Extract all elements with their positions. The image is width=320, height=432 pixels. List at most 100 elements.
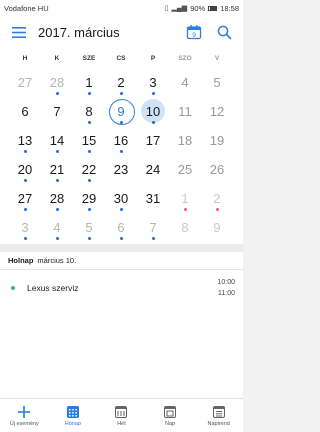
weekday-label: V [214,54,220,62]
month-grid-icon [66,405,79,419]
status-icons: ▯ ▂▄▆ 90% 18:58 [165,4,239,13]
event-indicator-dot [23,237,27,240]
day-number: 13 [17,133,33,148]
event-indicator-dot [151,237,155,240]
today-button[interactable]: 9 [183,21,205,43]
day-number: 31 [145,191,161,206]
nav-agenda-label: Napirend [207,420,230,427]
day-number: 5 [85,220,93,235]
weekday-label: H [22,54,28,62]
event-indicator-dot [87,237,91,240]
day-cell[interactable]: 23 [105,155,137,184]
day-cell[interactable]: 8 [169,213,201,242]
day-cell[interactable]: 7 [41,97,73,126]
day-cell[interactable]: 7 [137,213,169,242]
day-cell[interactable]: 31 [137,184,169,213]
month-calendar: H K SZE CS P SZO V 27 28 1 2 3 4 5 6 7 8 9 10 11 12 13 14 15 16… [0,48,243,244]
day-cell-selected[interactable]: 10 [137,97,169,126]
day-number: 5 [213,75,221,90]
day-cell[interactable]: 28 [41,68,73,97]
day-number: 16 [113,133,129,148]
day-number: 28 [49,191,65,206]
day-cell[interactable]: 5 [201,68,233,97]
day-number: 3 [21,220,29,235]
day-cell[interactable]: 6 [105,213,137,242]
day-cell[interactable]: 15 [73,126,105,155]
event-indicator-dot [55,179,59,182]
day-cell[interactable]: 11 [169,97,201,126]
event-times: 10:00 11:00 [217,277,235,299]
event-indicator-dot [55,208,59,211]
day-cell[interactable]: 28 [41,184,73,213]
day-number: 7 [53,104,61,119]
event-indicator-dot [119,121,123,124]
day-cell[interactable]: 17 [137,126,169,155]
event-indicator-dot [55,237,59,240]
day-number: 2 [117,75,125,90]
day-cell[interactable]: 18 [169,126,201,155]
day-cell[interactable]: 2 [201,184,233,213]
day-cell[interactable]: 26 [201,155,233,184]
nav-agenda[interactable]: Napirend [194,399,243,432]
nav-month[interactable]: Hónap [49,399,98,432]
bottom-nav: Új esemény Hónap Hét Nap Napirend [0,398,243,432]
nav-month-label: Hónap [64,420,81,427]
day-number: 7 [149,220,157,235]
day-cell[interactable]: 27 [9,68,41,97]
day-cell-today[interactable]: 9 [105,97,137,126]
day-cell[interactable]: 6 [9,97,41,126]
event-indicator-dot [119,150,123,153]
weekday-label: K [54,54,60,62]
day-cell[interactable]: 9 [201,213,233,242]
day-cell[interactable]: 1 [169,184,201,213]
weekday-header: H K SZE CS P SZO V [0,48,243,68]
event-indicator-dot [119,208,123,211]
day-cell[interactable]: 13 [9,126,41,155]
day-cell[interactable]: 19 [201,126,233,155]
event-indicator-dot [151,92,155,95]
day-cell[interactable]: 27 [9,184,41,213]
day-cell[interactable]: 30 [105,184,137,213]
day-cell[interactable]: 8 [73,97,105,126]
day-cell[interactable]: 4 [41,213,73,242]
search-button[interactable] [213,21,235,43]
day-cell[interactable]: 21 [41,155,73,184]
day-cell[interactable]: 20 [9,155,41,184]
day-cell[interactable]: 4 [169,68,201,97]
day-number: 3 [149,75,157,90]
day-cell[interactable]: 24 [137,155,169,184]
carrier-label: Vodafone HU [4,3,49,13]
page-title[interactable]: 2017. március [38,25,183,40]
nav-new-event[interactable]: Új esemény [0,399,49,432]
day-cell[interactable]: 2 [105,68,137,97]
event-indicator-dot [183,208,187,211]
status-bar: Vodafone HU ▯ ▂▄▆ 90% 18:58 [0,0,243,16]
day-cell[interactable]: 25 [169,155,201,184]
day-cell[interactable]: 3 [9,213,41,242]
day-cell[interactable]: 29 [73,184,105,213]
event-item[interactable]: Lexus szerviz 10:00 11:00 [0,270,243,306]
day-cell[interactable]: 3 [137,68,169,97]
hamburger-icon [12,26,26,38]
day-number: 6 [117,220,125,235]
day-cell[interactable]: 22 [73,155,105,184]
day-number: 6 [21,104,29,119]
agenda-header-date: március 10. [37,256,77,265]
day-cell[interactable]: 14 [41,126,73,155]
event-start-time: 10:00 [217,279,235,286]
day-cell[interactable]: 5 [73,213,105,242]
week-row: 27 28 1 2 3 4 5 [0,68,243,97]
day-cell[interactable]: 1 [73,68,105,97]
agenda-panel: Holnap március 10. Lexus szerviz 10:00 1… [0,252,243,402]
day-cell[interactable]: 16 [105,126,137,155]
search-icon [217,25,231,39]
menu-button[interactable] [6,19,32,45]
day-number: 22 [81,162,97,177]
week-row: 13 14 15 16 17 18 19 [0,126,243,155]
nav-new-event-label: Új esemény [9,420,39,427]
day-number: 28 [49,75,65,90]
nav-day[interactable]: Nap [146,399,195,432]
nav-week[interactable]: Hét [97,399,146,432]
day-cell[interactable]: 12 [201,97,233,126]
agenda-header: Holnap március 10. [0,252,243,270]
